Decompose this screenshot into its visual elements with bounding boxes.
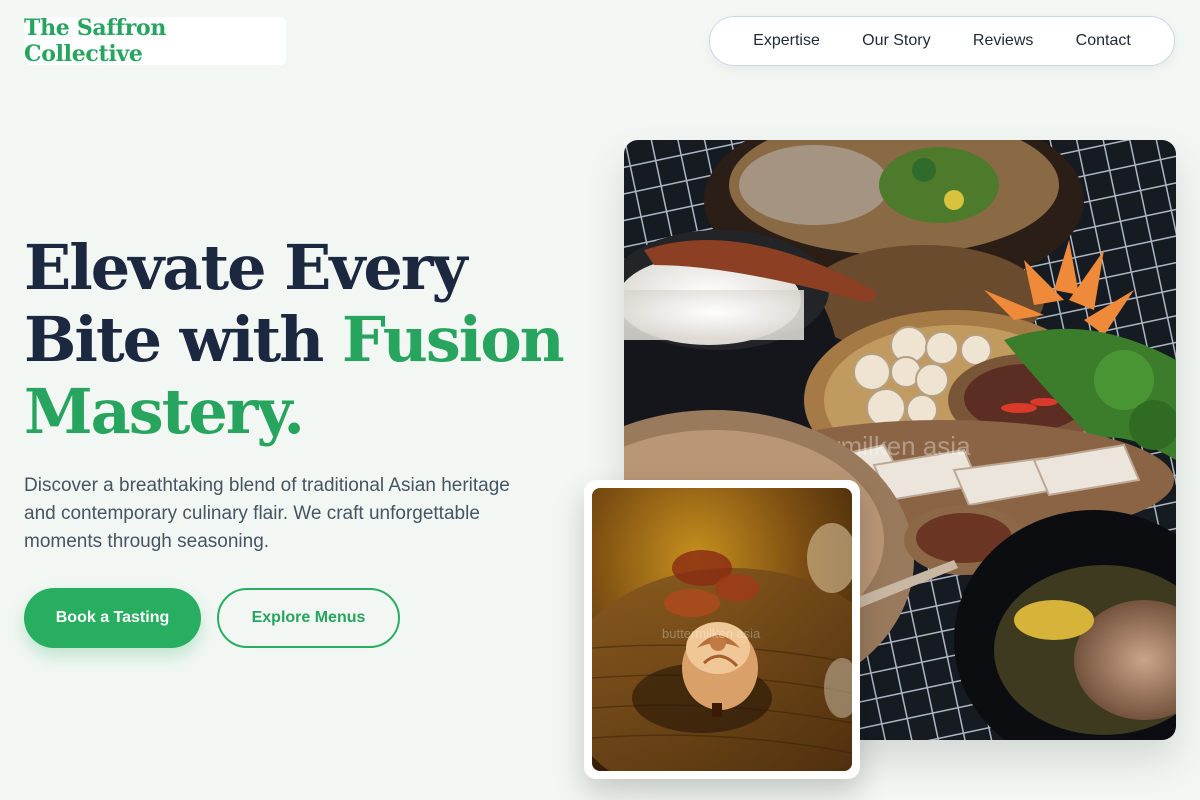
nav-link-reviews[interactable]: Reviews <box>973 32 1033 50</box>
hero-headline: Elevate Every Bite with Fusion Mastery. <box>24 232 604 448</box>
inset-watermark: buttermilken asia <box>662 626 761 641</box>
book-tasting-button[interactable]: Book a Tasting <box>24 588 201 648</box>
nav-link-expertise[interactable]: Expertise <box>753 32 820 50</box>
headline-line-2-plain: Bite with <box>24 303 342 376</box>
inset-photo-card: buttermilken asia <box>584 480 860 779</box>
headline-accent-fusion: Fusion <box>341 303 565 376</box>
headline-line-1: Elevate Every <box>24 231 468 304</box>
headline-accent-mastery: Mastery. <box>24 375 305 448</box>
hero-description: Discover a breathtaking blend of traditi… <box>24 475 510 552</box>
inset-food-illustration: buttermilken asia <box>592 488 852 771</box>
nav-link-contact[interactable]: Contact <box>1076 32 1131 50</box>
nav-link-our-story[interactable]: Our Story <box>862 32 930 50</box>
main-nav: Expertise Our Story Reviews Contact <box>709 16 1175 66</box>
explore-menus-button[interactable]: Explore Menus <box>217 588 400 648</box>
brand-logo[interactable]: The Saffron Collective <box>24 15 286 67</box>
inset-food-photo: buttermilken asia <box>592 488 852 771</box>
